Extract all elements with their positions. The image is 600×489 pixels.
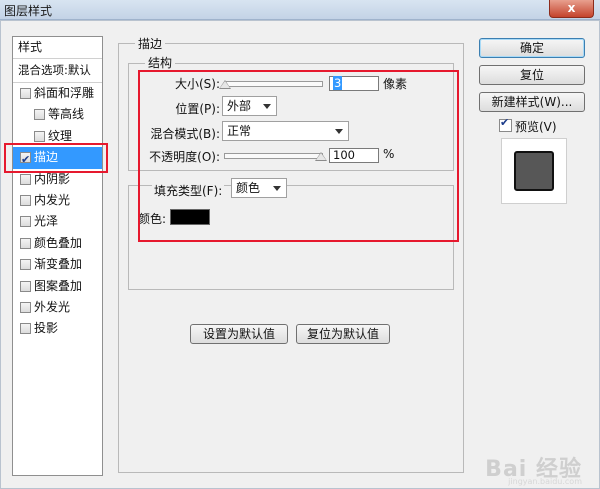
preview-swatch [514,151,554,191]
style-item-checkbox[interactable] [20,323,31,335]
preview-checkbox[interactable]: ✔ [499,116,512,132]
style-item-checkbox[interactable] [20,216,31,228]
style-item-label: 投影 [34,321,59,336]
reset-button[interactable]: 复位 [479,65,585,85]
annotation-highlight-settings [138,70,459,242]
stroke-group-title: 描边 [135,35,166,52]
style-item-checkbox[interactable] [20,88,31,99]
blend-options-item[interactable]: 混合选项:默认 [13,59,102,83]
style-item-label: 内发光 [34,192,71,207]
style-item[interactable]: 颜色叠加 [13,233,102,254]
structure-group-title: 结构 [145,54,176,71]
style-item-label: 颜色叠加 [34,235,83,250]
style-item[interactable]: 图案叠加 [13,276,102,297]
style-item[interactable]: 斜面和浮雕 [13,83,102,104]
style-item[interactable]: 内发光 [13,190,102,211]
ok-button[interactable]: 确定 [479,38,585,58]
style-item-checkbox[interactable] [20,237,31,249]
title-bar: 图层样式 x [0,0,600,20]
check-icon: ✔ [500,116,510,129]
style-item[interactable]: 渐变叠加 [13,254,102,275]
style-item-label: 光泽 [34,214,59,229]
style-item[interactable]: 等高线 [13,104,102,125]
style-item[interactable]: 投影 [13,318,102,339]
watermark-sub: jingyan.baidu.com [508,477,582,486]
preview-label[interactable]: 预览(V) [515,118,557,135]
style-item-label: 图案叠加 [34,278,83,293]
make-default-button[interactable]: 设置为默认值 [190,324,288,344]
style-item-checkbox[interactable] [20,173,31,185]
close-button[interactable]: x [549,0,594,18]
style-item-label: 渐变叠加 [34,257,83,272]
new-style-button[interactable]: 新建样式(W)... [479,92,585,112]
style-item-checkbox[interactable] [20,194,31,206]
style-item[interactable]: 光泽 [13,211,102,232]
reset-default-button[interactable]: 复位为默认值 [296,324,390,344]
window-title: 图层样式 [4,4,53,18]
style-item-label: 外发光 [34,299,71,314]
style-item-checkbox[interactable] [34,130,45,142]
style-item-checkbox[interactable] [20,301,31,313]
style-item-checkbox[interactable] [34,109,45,121]
style-item-label: 等高线 [48,107,85,122]
annotation-highlight-stroke-item [4,143,108,173]
style-preview [501,138,567,204]
style-item-checkbox[interactable] [20,280,31,292]
style-item-checkbox[interactable] [20,259,31,271]
styles-list: 样式 混合选项:默认 斜面和浮雕 等高线 纹理 ✔ 描边 内阴影 内发光 光泽 颜色叠加 渐变叠加… [12,36,103,476]
watermark: Bai 经验 jingyan.baidu.com [485,451,582,486]
style-items: 斜面和浮雕 等高线 纹理 ✔ 描边 内阴影 内发光 光泽 颜色叠加 渐变叠加 图案叠加 外发光 投影 [13,83,102,340]
style-item-label: 斜面和浮雕 [34,86,95,100]
styles-header[interactable]: 样式 [13,37,102,59]
style-item[interactable]: 外发光 [13,297,102,318]
